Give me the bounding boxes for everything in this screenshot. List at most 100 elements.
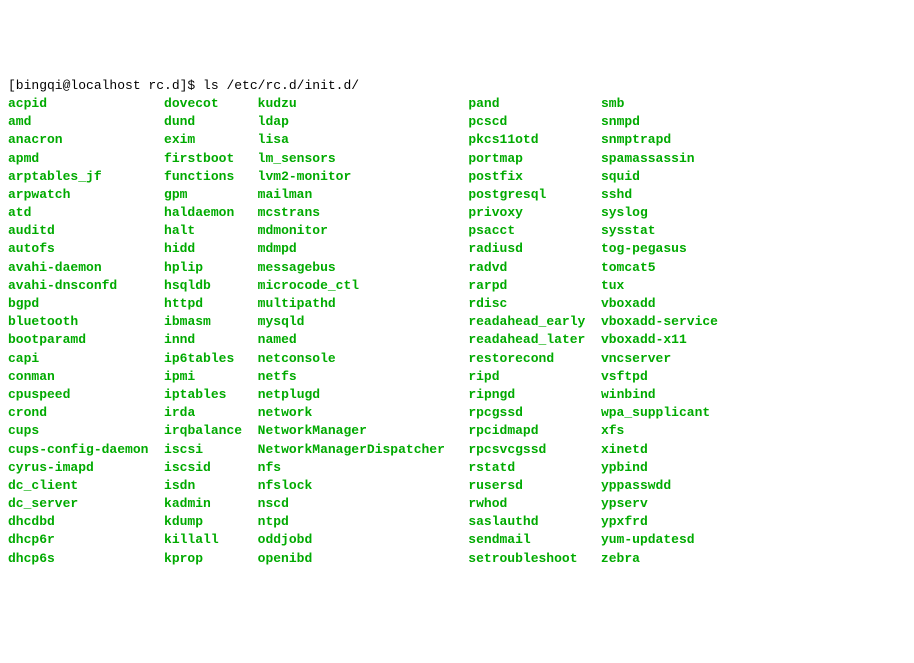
column-gap bbox=[289, 132, 468, 147]
file-entry: postgresql bbox=[468, 187, 546, 202]
file-entry: lvm2-monitor bbox=[258, 169, 352, 184]
file-entry: vncserver bbox=[601, 351, 671, 366]
column-gap bbox=[78, 478, 164, 493]
column-gap bbox=[445, 442, 468, 457]
file-entry: vboxadd-x11 bbox=[601, 332, 687, 347]
file-entry: gpm bbox=[164, 187, 187, 202]
listing-row: acpid dovecot kudzu pand smb bbox=[8, 95, 906, 113]
column-gap bbox=[31, 114, 164, 129]
column-gap bbox=[507, 114, 601, 129]
file-entry: rdisc bbox=[468, 296, 507, 311]
listing-row: avahi-daemon hplip messagebus radvd tomc… bbox=[8, 259, 906, 277]
column-gap bbox=[39, 423, 164, 438]
column-gap bbox=[195, 369, 257, 384]
file-entry: mcstrans bbox=[258, 205, 320, 220]
listing-row: cpuspeed iptables netplugd ripngd winbin… bbox=[8, 386, 906, 404]
column-gap bbox=[203, 296, 258, 311]
file-entry: xfs bbox=[601, 423, 624, 438]
column-gap bbox=[523, 151, 601, 166]
column-gap bbox=[55, 223, 164, 238]
file-entry: sshd bbox=[601, 187, 632, 202]
file-entry: lm_sensors bbox=[258, 151, 336, 166]
column-gap bbox=[39, 351, 164, 366]
file-entry: privoxy bbox=[468, 205, 523, 220]
file-entry: rstatd bbox=[468, 460, 515, 475]
file-entry: dund bbox=[164, 114, 195, 129]
column-gap bbox=[195, 114, 257, 129]
column-gap bbox=[515, 387, 601, 402]
file-entry: capi bbox=[8, 351, 39, 366]
column-gap bbox=[195, 332, 257, 347]
file-entry: apmd bbox=[8, 151, 39, 166]
column-gap bbox=[234, 169, 257, 184]
file-entry: winbind bbox=[601, 387, 656, 402]
column-gap bbox=[78, 496, 164, 511]
file-entry: atd bbox=[8, 205, 31, 220]
column-gap bbox=[304, 314, 468, 329]
column-gap bbox=[312, 551, 468, 566]
column-gap bbox=[86, 332, 164, 347]
column-gap bbox=[195, 223, 257, 238]
file-entry: ip6tables bbox=[164, 351, 234, 366]
file-entry: squid bbox=[601, 169, 640, 184]
file-entry: tog-pegasus bbox=[601, 241, 687, 256]
file-entry: hplip bbox=[164, 260, 203, 275]
file-entry: conman bbox=[8, 369, 55, 384]
file-entry: functions bbox=[164, 169, 234, 184]
listing-row: conman ipmi netfs ripd vsftpd bbox=[8, 368, 906, 386]
file-entry: pcscd bbox=[468, 114, 507, 129]
listing-row: cyrus-imapd iscsid nfs rstatd ypbind bbox=[8, 459, 906, 477]
listing-row: amd dund ldap pcscd snmpd bbox=[8, 113, 906, 131]
file-entry: NetworkManager bbox=[258, 423, 367, 438]
column-gap bbox=[219, 96, 258, 111]
file-entry: multipathd bbox=[258, 296, 336, 311]
listing-row: cups irqbalance NetworkManager rpcidmapd… bbox=[8, 422, 906, 440]
column-gap bbox=[195, 241, 257, 256]
file-entry: portmap bbox=[468, 151, 523, 166]
file-entry: lisa bbox=[258, 132, 289, 147]
file-entry: httpd bbox=[164, 296, 203, 311]
column-gap bbox=[359, 278, 468, 293]
column-gap bbox=[226, 387, 257, 402]
listing-row: anacron exim lisa pkcs11otd snmptrapd bbox=[8, 131, 906, 149]
column-gap bbox=[211, 278, 258, 293]
file-entry: ripngd bbox=[468, 387, 515, 402]
file-entry: wpa_supplicant bbox=[601, 405, 710, 420]
file-entry: radvd bbox=[468, 260, 507, 275]
listing-row: apmd firstboot lm_sensors portmap spamas… bbox=[8, 150, 906, 168]
file-entry: dhcp6r bbox=[8, 532, 55, 547]
file-entry: mailman bbox=[258, 187, 313, 202]
file-entry: hsqldb bbox=[164, 278, 211, 293]
file-entry: vboxadd bbox=[601, 296, 656, 311]
column-gap bbox=[312, 532, 468, 547]
column-gap bbox=[70, 387, 164, 402]
column-gap bbox=[523, 205, 601, 220]
column-gap bbox=[211, 460, 258, 475]
column-gap bbox=[94, 460, 164, 475]
listing-row: arpwatch gpm mailman postgresql sshd bbox=[8, 186, 906, 204]
listing-row: arptables_jf functions lvm2-monitor post… bbox=[8, 168, 906, 186]
file-entry: cyrus-imapd bbox=[8, 460, 94, 475]
file-entry: bluetooth bbox=[8, 314, 78, 329]
column-gap bbox=[47, 96, 164, 111]
file-entry: bootparamd bbox=[8, 332, 86, 347]
column-gap bbox=[297, 96, 469, 111]
file-entry: rusersd bbox=[468, 478, 523, 493]
file-entry: tux bbox=[601, 278, 624, 293]
file-entry: cups-config-daemon bbox=[8, 442, 148, 457]
column-gap bbox=[242, 423, 258, 438]
file-entry: snmptrapd bbox=[601, 132, 671, 147]
column-gap bbox=[55, 532, 164, 547]
file-entry: killall bbox=[164, 532, 219, 547]
column-gap bbox=[281, 460, 468, 475]
file-entry: ypxfrd bbox=[601, 514, 648, 529]
column-gap bbox=[148, 442, 164, 457]
file-entry: nfslock bbox=[258, 478, 313, 493]
column-gap bbox=[515, 223, 601, 238]
file-entry: sendmail bbox=[468, 532, 530, 547]
file-entry: setroubleshoot bbox=[468, 551, 577, 566]
column-gap bbox=[578, 551, 601, 566]
column-gap bbox=[63, 132, 164, 147]
file-entry: vsftpd bbox=[601, 369, 648, 384]
file-entry: iscsi bbox=[164, 442, 203, 457]
